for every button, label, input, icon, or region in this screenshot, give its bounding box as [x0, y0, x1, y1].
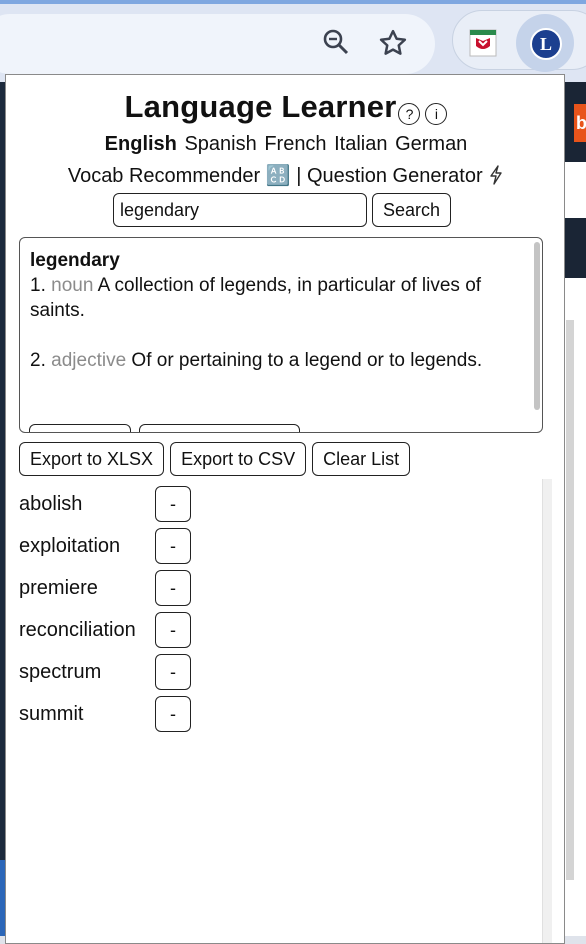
definition-scrollbar[interactable] [534, 242, 540, 410]
info-icon[interactable]: i [425, 103, 448, 125]
entry-text: A collection of legends, in particular o… [30, 275, 482, 321]
list-item: premiere - [19, 567, 249, 609]
vocab-list: abolish - exploitation - premiere - reco… [19, 483, 249, 735]
export-xlsx-button[interactable]: Export to XLSX [19, 442, 165, 476]
definition-actions: Add to List Save Java Google [29, 424, 301, 432]
definition-panel[interactable]: legendary 1. noun A collection of legend… [19, 237, 543, 433]
vocab-word: reconciliation [19, 618, 136, 641]
feature-separator: | [296, 165, 302, 187]
app-title: Language Learner [124, 89, 397, 124]
star-icon[interactable] [376, 26, 410, 60]
lightning-icon [488, 165, 504, 187]
background-page-scrollbar[interactable] [566, 320, 574, 880]
popup-scrollbar[interactable] [542, 479, 552, 943]
remove-word-button[interactable]: - [155, 612, 191, 648]
vocab-word: exploitation [19, 534, 121, 557]
vocab-word: abolish [19, 492, 83, 515]
add-to-list-button[interactable]: Add to List [29, 424, 132, 432]
export-csv-button[interactable]: Export to CSV [170, 442, 307, 476]
vocab-word: summit [19, 702, 84, 725]
remove-word-button[interactable]: - [155, 486, 191, 522]
search-bar: Search [113, 193, 452, 227]
address-bar[interactable] [0, 14, 435, 74]
remove-word-button[interactable]: - [155, 528, 191, 564]
background-page-banner [564, 218, 586, 278]
help-icon[interactable]: ? [398, 103, 421, 125]
mcafee-extension-icon[interactable] [468, 28, 498, 58]
lang-english[interactable]: English [105, 133, 177, 155]
question-generator-link[interactable]: Question Generator [307, 165, 483, 187]
extension-popup: Language Learner? i English Spanish Frenc… [5, 74, 565, 944]
language-selector: English Spanish French Italian German [6, 133, 564, 156]
lang-french[interactable]: French [264, 133, 326, 155]
entry-number: 1. [30, 275, 46, 296]
export-toolbar: Export to XLSX Export to CSV Clear List [19, 442, 411, 476]
definition-entry: 2. adjective Of or pertaining to a legen… [30, 348, 532, 373]
lang-italian[interactable]: Italian [334, 133, 387, 155]
definition-entry: 1. noun A collection of legends, in part… [30, 273, 532, 323]
remove-word-button[interactable]: - [155, 654, 191, 690]
vocab-word: spectrum [19, 660, 102, 683]
list-item: summit - [19, 693, 249, 735]
remove-word-button[interactable]: - [155, 570, 191, 606]
language-learner-extension-icon[interactable]: L [530, 28, 562, 60]
vocab-word: premiere [19, 576, 98, 599]
remove-word-button[interactable]: - [155, 696, 191, 732]
entry-number: 2. [30, 350, 46, 371]
definition-word: legendary [30, 250, 120, 271]
list-item: spectrum - [19, 651, 249, 693]
search-button[interactable]: Search [372, 193, 452, 227]
clear-list-button[interactable]: Clear List [312, 442, 411, 476]
title-row: Language Learner? i [6, 89, 564, 125]
zoom-out-icon[interactable] [320, 26, 352, 58]
list-item: reconciliation - [19, 609, 249, 651]
part-of-speech: noun [51, 275, 94, 296]
feature-links: Vocab Recommender 🔠 | Question Generator [6, 163, 564, 188]
list-item: abolish - [19, 483, 249, 525]
vocab-recommender-link[interactable]: Vocab Recommender [68, 165, 260, 187]
search-input[interactable] [113, 193, 367, 227]
part-of-speech: adjective [51, 350, 127, 371]
blocks-icon: 🔠 [265, 165, 291, 187]
lang-spanish[interactable]: Spanish [184, 133, 256, 155]
search-google-button[interactable]: Save Java Google [139, 424, 301, 432]
background-page-button: b [574, 104, 586, 142]
lang-german[interactable]: German [395, 133, 467, 155]
entry-text: Of or pertaining to a legend or to legen… [131, 350, 483, 371]
list-item: exploitation - [19, 525, 249, 567]
